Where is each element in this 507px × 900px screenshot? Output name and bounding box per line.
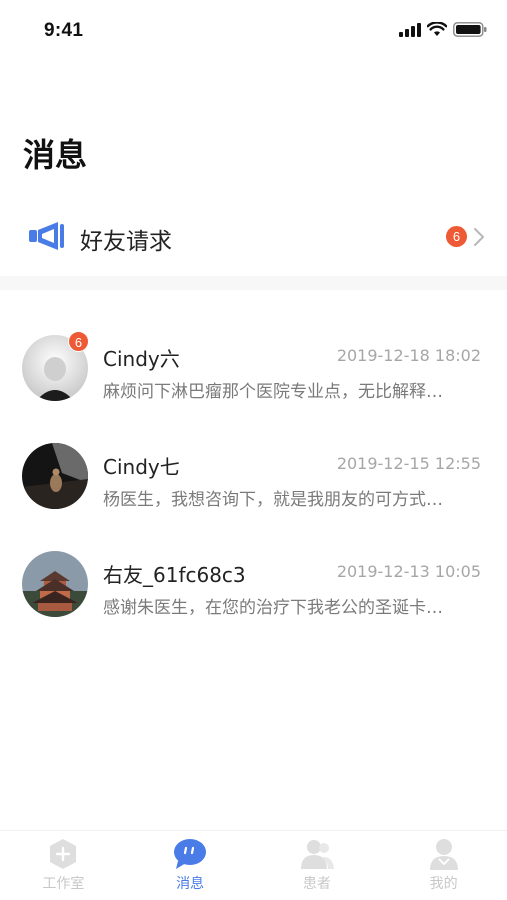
message-item[interactable]: 右友_61fc68c3 2019-12-13 10:05 感谢朱医生，在您的治疗… — [0, 541, 507, 649]
friend-request-label: 好友请求 — [80, 229, 172, 255]
chat-icon — [174, 839, 207, 869]
megaphone-icon — [29, 222, 64, 250]
wifi-icon — [427, 22, 447, 36]
contact-name: Cindy七 — [103, 455, 180, 479]
tab-studio[interactable]: 工作室 — [0, 831, 127, 900]
status-time: 9:41 — [44, 20, 84, 41]
avatar — [22, 551, 88, 617]
tab-bar: 工作室 消息 患者 我的 — [0, 830, 507, 900]
tab-profile[interactable]: 我的 — [380, 831, 507, 900]
message-time: 2019-12-13 10:05 — [336, 562, 481, 581]
tab-patients[interactable]: 患者 — [254, 831, 381, 900]
tab-messages[interactable]: 消息 — [127, 831, 254, 900]
avatar — [22, 443, 88, 509]
message-list: 6 Cindy六 2019-12-18 18:02 麻烦问下淋巴瘤那个医院专业点… — [0, 325, 507, 649]
message-item[interactable]: 6 Cindy六 2019-12-18 18:02 麻烦问下淋巴瘤那个医院专业点… — [0, 325, 507, 433]
cellular-signal-icon — [399, 22, 421, 37]
unread-badge: 6 — [68, 331, 89, 352]
status-bar: 9:41 — [0, 0, 507, 64]
contact-name: Cindy六 — [103, 347, 180, 371]
chevron-right-icon — [474, 228, 484, 246]
profile-icon — [429, 839, 458, 870]
section-divider — [0, 276, 507, 290]
tab-label: 我的 — [429, 876, 458, 892]
message-preview: 麻烦问下淋巴瘤那个医院专业点，无比解释… — [103, 382, 443, 402]
tab-label: 患者 — [302, 876, 331, 892]
contact-name: 右友_61fc68c3 — [103, 563, 246, 587]
studio-icon — [50, 839, 77, 869]
friend-request-badge: 6 — [446, 226, 467, 247]
tab-label: 消息 — [176, 876, 205, 892]
message-preview: 杨医生，我想咨询下，就是我朋友的可方式… — [103, 490, 443, 510]
patients-icon — [300, 840, 334, 869]
page-title: 消息 — [23, 136, 88, 174]
friend-request-row[interactable]: 好友请求 6 — [0, 210, 507, 266]
status-icons — [399, 22, 487, 37]
message-time: 2019-12-15 12:55 — [336, 454, 481, 473]
message-time: 2019-12-18 18:02 — [336, 346, 481, 365]
tab-label: 工作室 — [42, 876, 85, 892]
message-item[interactable]: Cindy七 2019-12-15 12:55 杨医生，我想咨询下，就是我朋友的… — [0, 433, 507, 541]
battery-icon — [453, 22, 487, 37]
message-preview: 感谢朱医生，在您的治疗下我老公的圣诞卡… — [103, 598, 443, 618]
